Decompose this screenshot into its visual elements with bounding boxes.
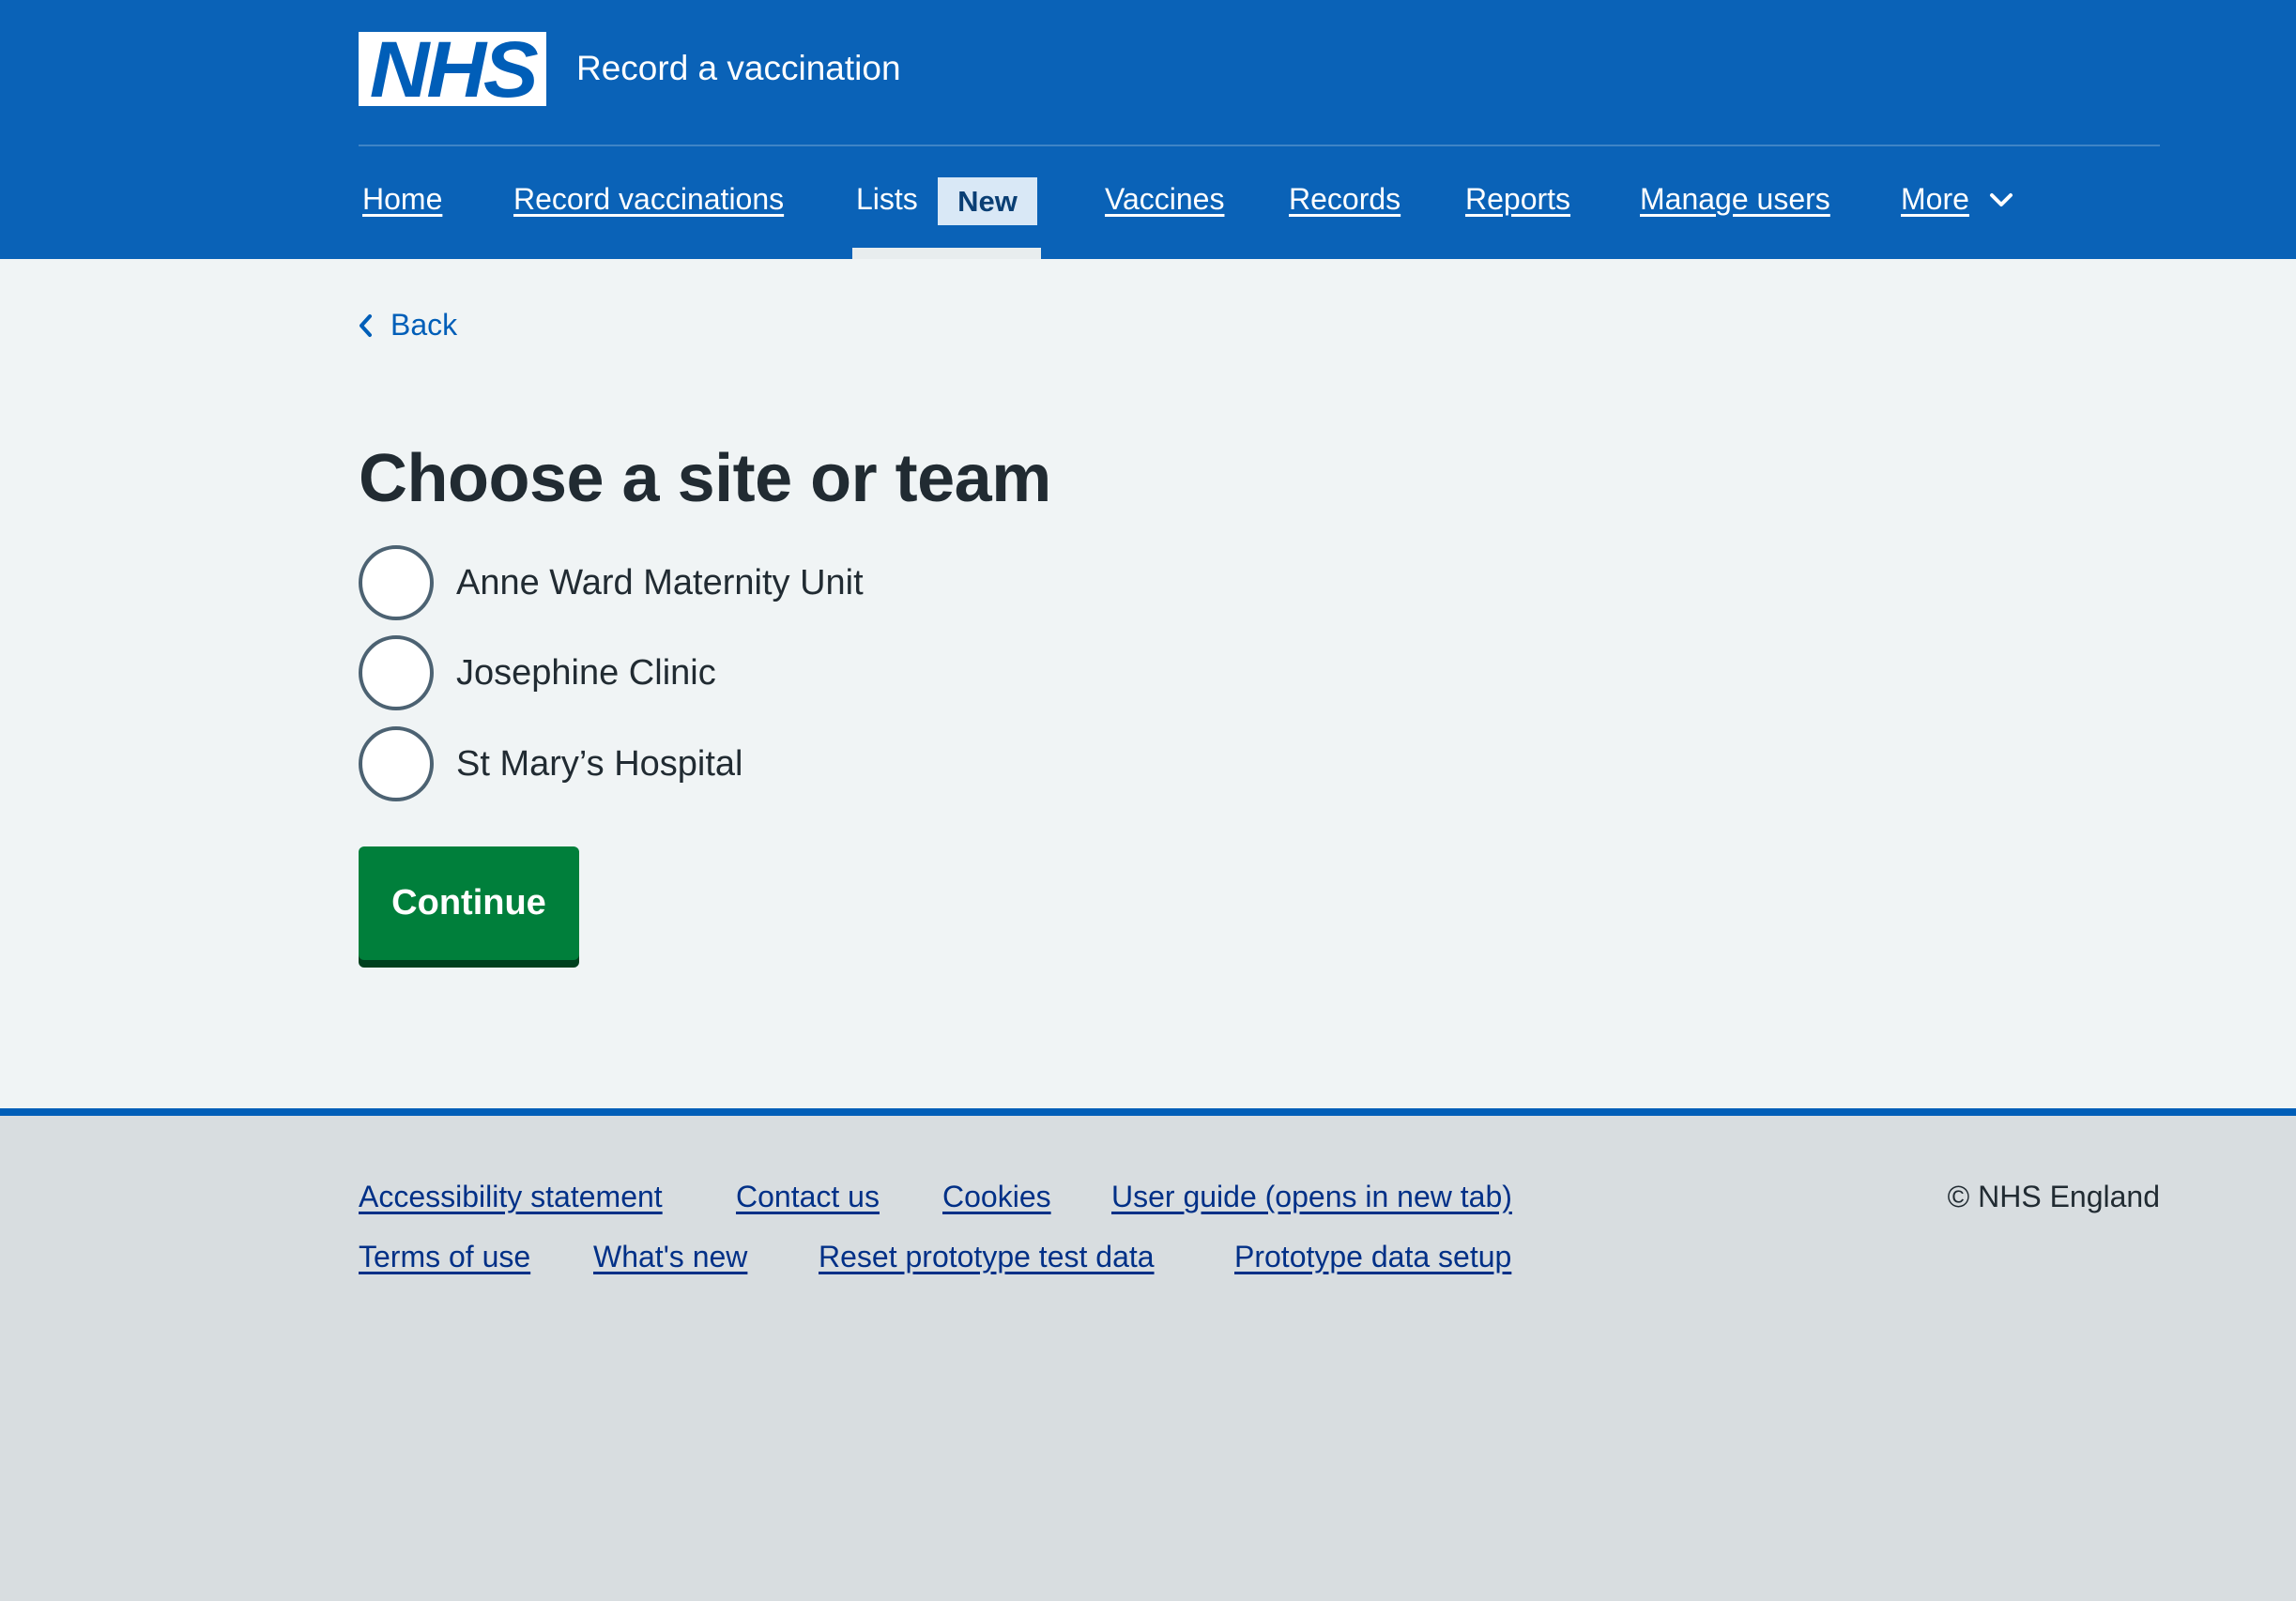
back-link[interactable]: Back <box>359 308 457 343</box>
nav-manage-users[interactable]: Manage users <box>1640 178 1830 220</box>
radio-label[interactable]: Josephine Clinic <box>456 650 716 695</box>
footer-link-data-setup[interactable]: Prototype data setup <box>1234 1238 1511 1275</box>
new-tag: New <box>938 177 1037 225</box>
footer-top-border <box>0 1108 2296 1116</box>
nav-more-button[interactable]: More <box>1901 178 1969 220</box>
header-divider <box>359 145 2160 146</box>
main-content: Back Choose a site or team Anne Ward Mat… <box>0 259 2296 1108</box>
continue-button[interactable]: Continue <box>359 846 579 960</box>
nhs-logo[interactable]: NHS <box>359 24 546 114</box>
nav-record-vaccinations[interactable]: Record vaccinations <box>513 178 784 220</box>
radio-option-anne-ward[interactable]: Anne Ward Maternity Unit <box>359 545 864 620</box>
nav-lists[interactable]: Lists <box>856 178 918 220</box>
radio-option-josephine-clinic[interactable]: Josephine Clinic <box>359 635 716 710</box>
footer-link-terms[interactable]: Terms of use <box>359 1238 530 1275</box>
radio-button[interactable] <box>359 545 434 620</box>
footer-link-contact[interactable]: Contact us <box>736 1178 880 1215</box>
back-link-label: Back <box>390 308 458 342</box>
nhs-logo-text: NHS <box>369 24 539 114</box>
footer-link-reset-data[interactable]: Reset prototype test data <box>819 1238 1155 1275</box>
footer-link-whats-new[interactable]: What's new <box>593 1238 747 1275</box>
site-footer: Accessibility statement Contact us Cooki… <box>0 1116 2296 1601</box>
copyright-text: © NHS England <box>1947 1180 2160 1213</box>
footer-link-cookies[interactable]: Cookies <box>942 1178 1051 1215</box>
radio-option-st-marys[interactable]: St Mary’s Hospital <box>359 726 743 801</box>
nav-home[interactable]: Home <box>362 178 442 220</box>
footer-link-accessibility[interactable]: Accessibility statement <box>359 1178 663 1215</box>
chevron-left-icon <box>360 313 372 337</box>
nav-vaccines[interactable]: Vaccines <box>1105 178 1224 220</box>
service-name-link[interactable]: Record a vaccination <box>576 47 901 90</box>
radio-button[interactable] <box>359 726 434 801</box>
nav-reports[interactable]: Reports <box>1465 178 1570 220</box>
radio-label[interactable]: Anne Ward Maternity Unit <box>456 560 864 605</box>
chevron-down-icon <box>1990 193 2013 206</box>
page-title: Choose a site or team <box>359 441 1051 516</box>
nav-records[interactable]: Records <box>1289 178 1401 220</box>
radio-button[interactable] <box>359 635 434 710</box>
nav-current-indicator <box>852 248 1041 259</box>
radio-label[interactable]: St Mary’s Hospital <box>456 741 743 786</box>
footer-link-user-guide[interactable]: User guide (opens in new tab) <box>1111 1178 1512 1215</box>
site-header: NHS Record a vaccination Home Record vac… <box>0 0 2296 259</box>
